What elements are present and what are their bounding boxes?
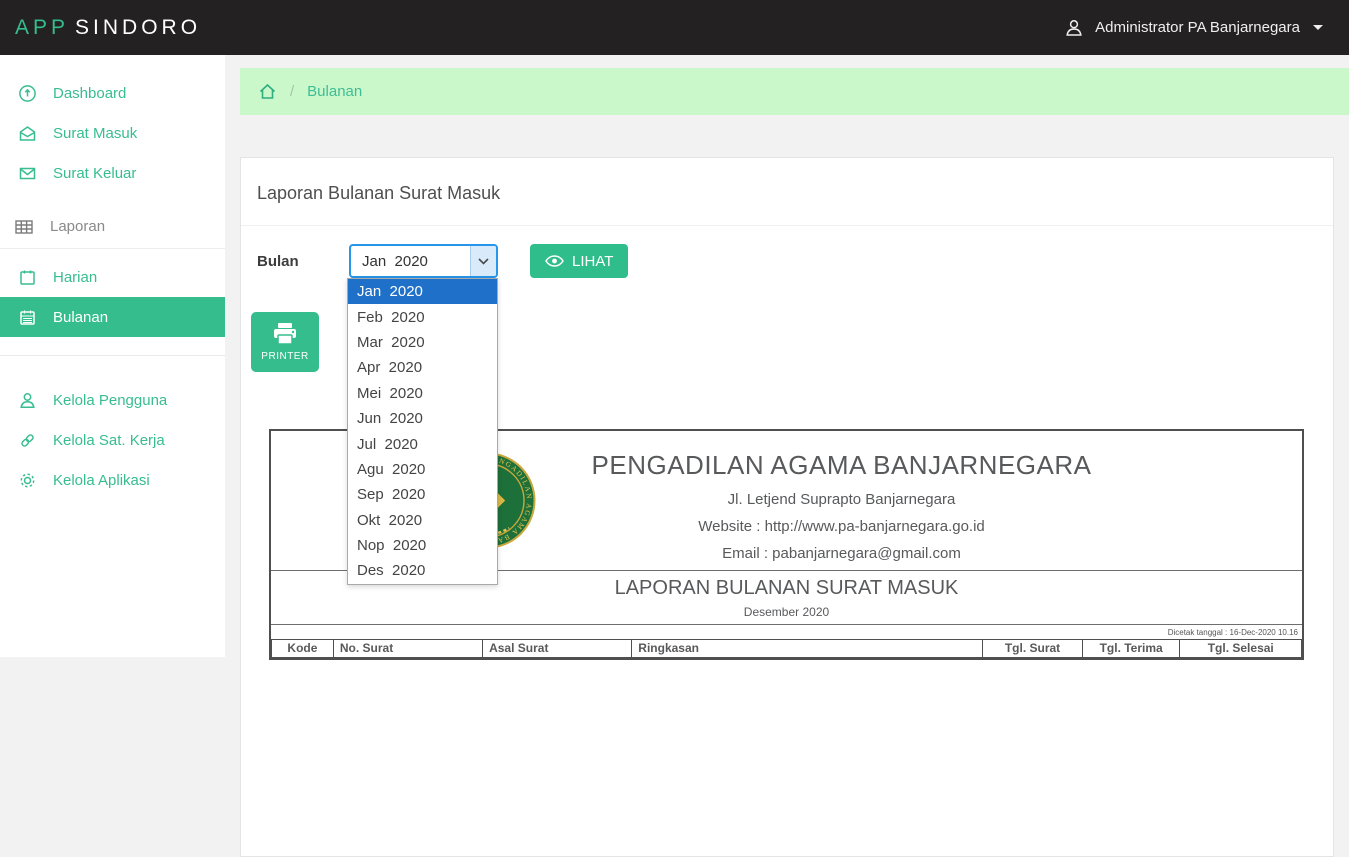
mail-open-icon — [18, 124, 37, 143]
sidebar-item-label: Kelola Aplikasi — [53, 472, 150, 489]
gear-icon — [18, 471, 37, 490]
month-option[interactable]: Nop 2020 — [348, 533, 497, 558]
month-option[interactable]: Okt 2020 — [348, 508, 497, 533]
dashboard-icon — [18, 84, 37, 103]
sidebar-item-dashboard[interactable]: Dashboard — [0, 73, 225, 113]
table-header-row: Kode No. Surat Asal Surat Ringkasan Tgl.… — [272, 640, 1302, 658]
month-select[interactable]: Jan 2020 — [349, 244, 498, 278]
month-label: Bulan — [257, 253, 349, 270]
month-option[interactable]: Mar 2020 — [348, 330, 497, 355]
user-icon — [1064, 18, 1084, 38]
sidebar-item-label: Kelola Sat. Kerja — [53, 432, 165, 449]
caret-down-icon — [1313, 25, 1323, 30]
brand-app: APP — [15, 16, 69, 39]
month-option[interactable]: Sep 2020 — [348, 482, 497, 507]
printer-label: PRINTER — [261, 351, 308, 362]
month-form-row: Bulan Jan 2020 LIHAT — [257, 244, 1333, 278]
calendar-icon — [18, 268, 37, 287]
report-table: Kode No. Surat Asal Surat Ringkasan Tgl.… — [271, 639, 1302, 658]
col-tgl-terima: Tgl. Terima — [1082, 640, 1180, 658]
month-dropdown: Jan 2020 Feb 2020 Mar 2020 Apr 2020 Mei … — [347, 278, 498, 585]
sidebar-item-label: Surat Keluar — [53, 165, 136, 182]
month-option[interactable]: Des 2020 — [348, 558, 497, 583]
sidebar-item-label: Dashboard — [53, 85, 126, 102]
top-bar: APP SINDORO Administrator PA Banjarnegara — [0, 0, 1349, 55]
printer-button[interactable]: PRINTER — [251, 312, 319, 372]
month-option[interactable]: Jun 2020 — [348, 406, 497, 431]
sidebar-item-harian[interactable]: Harian — [0, 257, 225, 297]
home-icon[interactable] — [258, 82, 277, 101]
sidebar-item-kelola-sat-kerja[interactable]: Kelola Sat. Kerja — [0, 420, 225, 460]
mail-icon — [18, 164, 37, 183]
user-icon — [18, 391, 37, 410]
sidebar-section-label: Laporan — [50, 218, 105, 235]
col-no-surat: No. Surat — [333, 640, 482, 658]
lihat-label: LIHAT — [572, 253, 613, 270]
app-logo: APP SINDORO — [0, 16, 201, 40]
col-ringkasan: Ringkasan — [632, 640, 983, 658]
breadcrumb-separator: / — [290, 83, 294, 100]
month-option[interactable]: Apr 2020 — [348, 355, 497, 380]
breadcrumb: / Bulanan — [240, 68, 1349, 115]
col-asal-surat: Asal Surat — [483, 640, 632, 658]
sidebar-item-label: Bulanan — [53, 309, 108, 326]
printer-icon — [272, 322, 298, 346]
month-option[interactable]: Jul 2020 — [348, 431, 497, 456]
user-menu[interactable]: Administrator PA Banjarnegara — [1064, 18, 1349, 38]
month-option[interactable]: Agu 2020 — [348, 457, 497, 482]
calendar-month-icon — [18, 308, 37, 327]
sidebar-section-laporan[interactable]: Laporan — [0, 205, 225, 249]
user-name: Administrator PA Banjarnegara — [1095, 19, 1300, 36]
month-option[interactable]: Jan 2020 — [348, 279, 497, 304]
report-print-timestamp: Dicetak tanggal : 16-Dec-2020 10.16 — [271, 625, 1302, 639]
link-icon — [18, 431, 37, 450]
chevron-down-icon — [470, 246, 496, 276]
sidebar-item-surat-keluar[interactable]: Surat Keluar — [0, 153, 225, 193]
sidebar-item-kelola-pengguna[interactable]: Kelola Pengguna — [0, 380, 225, 420]
page-title: Laporan Bulanan Surat Masuk — [241, 158, 1333, 226]
sidebar-item-surat-masuk[interactable]: Surat Masuk — [0, 113, 225, 153]
table-icon — [14, 218, 34, 236]
col-tgl-selesai: Tgl. Selesai — [1180, 640, 1302, 658]
main-card: Laporan Bulanan Surat Masuk Bulan Jan 20… — [240, 157, 1334, 857]
month-option[interactable]: Mei 2020 — [348, 381, 497, 406]
month-option[interactable]: Feb 2020 — [348, 304, 497, 329]
month-select-value: Jan 2020 — [362, 253, 428, 270]
sidebar: Dashboard Surat Masuk Surat Keluar — [0, 55, 225, 657]
brand-name: SINDORO — [75, 16, 201, 39]
eye-icon — [545, 255, 564, 267]
col-kode: Kode — [272, 640, 334, 658]
report-period: Desember 2020 — [271, 605, 1302, 619]
sidebar-item-label: Harian — [53, 269, 97, 286]
lihat-button[interactable]: LIHAT — [530, 244, 628, 278]
sidebar-item-kelola-aplikasi[interactable]: Kelola Aplikasi — [0, 460, 225, 500]
sidebar-item-label: Surat Masuk — [53, 125, 137, 142]
col-tgl-surat: Tgl. Surat — [983, 640, 1083, 658]
sidebar-item-label: Kelola Pengguna — [53, 392, 167, 409]
sidebar-item-bulanan[interactable]: Bulanan — [0, 297, 225, 337]
breadcrumb-current[interactable]: Bulanan — [307, 83, 362, 100]
